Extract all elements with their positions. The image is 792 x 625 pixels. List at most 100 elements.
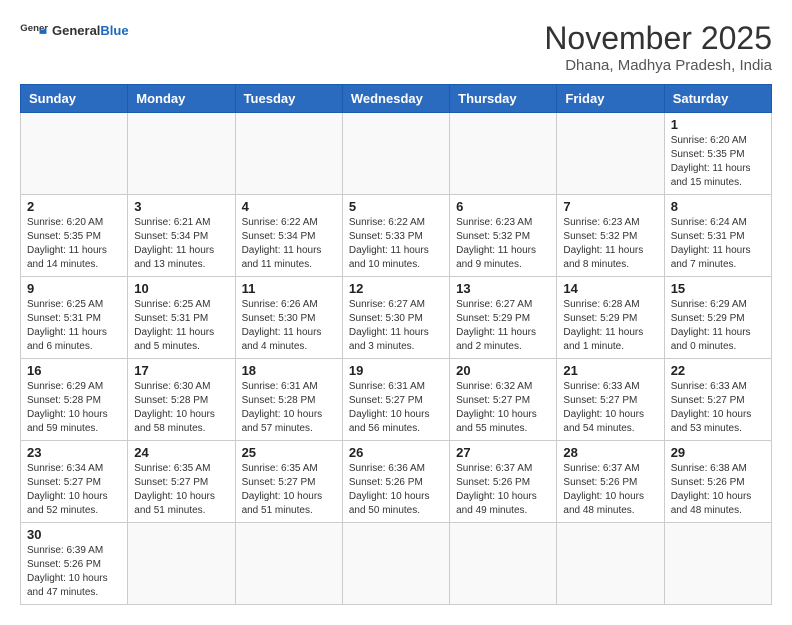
day-info: Sunrise: 6:33 AM Sunset: 5:27 PM Dayligh… — [563, 380, 657, 436]
weekday-header-sunday: Sunday — [21, 85, 128, 113]
day-number: 25 — [242, 445, 336, 460]
day-info: Sunrise: 6:26 AM Sunset: 5:30 PM Dayligh… — [242, 298, 336, 354]
day-info: Sunrise: 6:23 AM Sunset: 5:32 PM Dayligh… — [563, 216, 657, 272]
day-number: 29 — [671, 445, 765, 460]
day-number: 28 — [563, 445, 657, 460]
day-info: Sunrise: 6:29 AM Sunset: 5:28 PM Dayligh… — [27, 380, 121, 436]
day-number: 26 — [349, 445, 443, 460]
calendar-cell: 8 Sunrise: 6:24 AM Sunset: 5:31 PM Daylig… — [664, 195, 771, 277]
calendar-cell — [450, 523, 557, 605]
day-info: Sunrise: 6:35 AM Sunset: 5:27 PM Dayligh… — [242, 462, 336, 518]
calendar-week-2: 9Sunrise: 6:25 AM Sunset: 5:31 PM Daylig… — [21, 277, 772, 359]
day-number: 18 — [242, 363, 336, 378]
day-number: 12 — [349, 281, 443, 296]
calendar-week-1: 2Sunrise: 6:20 AM Sunset: 5:35 PM Daylig… — [21, 195, 772, 277]
calendar-cell: 14 Sunrise: 6:28 AM Sunset: 5:29 PM Dayli… — [557, 277, 664, 359]
calendar-cell: 20 Sunrise: 6:32 AM Sunset: 5:27 PM Dayli… — [450, 359, 557, 441]
calendar-cell — [342, 113, 449, 195]
day-info: Sunrise: 6:36 AM Sunset: 5:26 PM Dayligh… — [349, 462, 443, 518]
calendar-cell: 23Sunrise: 6:34 AM Sunset: 5:27 PM Dayli… — [21, 441, 128, 523]
calendar-cell: 19 Sunrise: 6:31 AM Sunset: 5:27 PM Dayli… — [342, 359, 449, 441]
day-info: Sunrise: 6:22 AM Sunset: 5:33 PM Dayligh… — [349, 216, 443, 272]
day-number: 4 — [242, 199, 336, 214]
day-number: 19 — [349, 363, 443, 378]
calendar-cell — [342, 523, 449, 605]
month-title: November 2025 — [544, 20, 772, 57]
day-number: 16 — [27, 363, 121, 378]
day-info: Sunrise: 6:25 AM Sunset: 5:31 PM Dayligh… — [134, 298, 228, 354]
day-info: Sunrise: 6:37 AM Sunset: 5:26 PM Dayligh… — [456, 462, 550, 518]
day-info: Sunrise: 6:24 AM Sunset: 5:31 PM Dayligh… — [671, 216, 765, 272]
weekday-header-wednesday: Wednesday — [342, 85, 449, 113]
calendar-cell — [128, 523, 235, 605]
calendar-cell: 28Sunrise: 6:37 AM Sunset: 5:26 PM Dayli… — [557, 441, 664, 523]
day-info: Sunrise: 6:20 AM Sunset: 5:35 PM Dayligh… — [671, 134, 765, 190]
title-block: November 2025 Dhana, Madhya Pradesh, Ind… — [544, 20, 772, 74]
day-info: Sunrise: 6:33 AM Sunset: 5:27 PM Dayligh… — [671, 380, 765, 436]
calendar-cell: 16 Sunrise: 6:29 AM Sunset: 5:28 PM Dayli… — [21, 359, 128, 441]
calendar-cell — [450, 113, 557, 195]
day-info: Sunrise: 6:32 AM Sunset: 5:27 PM Dayligh… — [456, 380, 550, 436]
calendar-cell — [21, 113, 128, 195]
day-number: 17 — [134, 363, 228, 378]
day-number: 7 — [563, 199, 657, 214]
day-info: Sunrise: 6:21 AM Sunset: 5:34 PM Dayligh… — [134, 216, 228, 272]
calendar-cell — [557, 523, 664, 605]
day-info: Sunrise: 6:38 AM Sunset: 5:26 PM Dayligh… — [671, 462, 765, 518]
weekday-header-thursday: Thursday — [450, 85, 557, 113]
day-number: 13 — [456, 281, 550, 296]
calendar-week-4: 23Sunrise: 6:34 AM Sunset: 5:27 PM Dayli… — [21, 441, 772, 523]
calendar-cell: 24 Sunrise: 6:35 AM Sunset: 5:27 PM Dayli… — [128, 441, 235, 523]
calendar-cell: 10 Sunrise: 6:25 AM Sunset: 5:31 PM Dayli… — [128, 277, 235, 359]
logo: General GeneralBlue — [20, 20, 129, 42]
day-info: Sunrise: 6:35 AM Sunset: 5:27 PM Dayligh… — [134, 462, 228, 518]
day-info: Sunrise: 6:23 AM Sunset: 5:32 PM Dayligh… — [456, 216, 550, 272]
calendar-cell: 12 Sunrise: 6:27 AM Sunset: 5:30 PM Dayli… — [342, 277, 449, 359]
calendar-cell — [664, 523, 771, 605]
day-info: Sunrise: 6:31 AM Sunset: 5:28 PM Dayligh… — [242, 380, 336, 436]
day-info: Sunrise: 6:20 AM Sunset: 5:35 PM Dayligh… — [27, 216, 121, 272]
location-subtitle: Dhana, Madhya Pradesh, India — [544, 57, 772, 74]
calendar-cell: 26 Sunrise: 6:36 AM Sunset: 5:26 PM Dayli… — [342, 441, 449, 523]
calendar-cell: 5 Sunrise: 6:22 AM Sunset: 5:33 PM Daylig… — [342, 195, 449, 277]
day-number: 30 — [27, 527, 121, 542]
calendar-cell: 2Sunrise: 6:20 AM Sunset: 5:35 PM Daylig… — [21, 195, 128, 277]
weekday-header-friday: Friday — [557, 85, 664, 113]
calendar-cell: 18 Sunrise: 6:31 AM Sunset: 5:28 PM Dayli… — [235, 359, 342, 441]
day-info: Sunrise: 6:28 AM Sunset: 5:29 PM Dayligh… — [563, 298, 657, 354]
logo-blue: Blue — [100, 23, 128, 38]
calendar-cell: 9Sunrise: 6:25 AM Sunset: 5:31 PM Daylig… — [21, 277, 128, 359]
calendar-cell: 4Sunrise: 6:22 AM Sunset: 5:34 PM Daylig… — [235, 195, 342, 277]
day-info: Sunrise: 6:27 AM Sunset: 5:29 PM Dayligh… — [456, 298, 550, 354]
day-info: Sunrise: 6:30 AM Sunset: 5:28 PM Dayligh… — [134, 380, 228, 436]
calendar-week-5: 30Sunrise: 6:39 AM Sunset: 5:26 PM Dayli… — [21, 523, 772, 605]
day-info: Sunrise: 6:31 AM Sunset: 5:27 PM Dayligh… — [349, 380, 443, 436]
day-number: 15 — [671, 281, 765, 296]
calendar-cell: 21 Sunrise: 6:33 AM Sunset: 5:27 PM Dayli… — [557, 359, 664, 441]
weekday-header-saturday: Saturday — [664, 85, 771, 113]
calendar-cell: 30Sunrise: 6:39 AM Sunset: 5:26 PM Dayli… — [21, 523, 128, 605]
calendar-week-0: 1 Sunrise: 6:20 AM Sunset: 5:35 PM Daylig… — [21, 113, 772, 195]
day-info: Sunrise: 6:25 AM Sunset: 5:31 PM Dayligh… — [27, 298, 121, 354]
calendar-cell: 6Sunrise: 6:23 AM Sunset: 5:32 PM Daylig… — [450, 195, 557, 277]
day-number: 5 — [349, 199, 443, 214]
day-number: 24 — [134, 445, 228, 460]
day-info: Sunrise: 6:27 AM Sunset: 5:30 PM Dayligh… — [349, 298, 443, 354]
day-info: Sunrise: 6:34 AM Sunset: 5:27 PM Dayligh… — [27, 462, 121, 518]
day-info: Sunrise: 6:29 AM Sunset: 5:29 PM Dayligh… — [671, 298, 765, 354]
weekday-header-monday: Monday — [128, 85, 235, 113]
day-number: 21 — [563, 363, 657, 378]
calendar-cell: 1 Sunrise: 6:20 AM Sunset: 5:35 PM Daylig… — [664, 113, 771, 195]
day-number: 8 — [671, 199, 765, 214]
header: General GeneralBlue November 2025 Dhana,… — [20, 20, 772, 74]
day-number: 22 — [671, 363, 765, 378]
day-number: 20 — [456, 363, 550, 378]
calendar-cell: 15 Sunrise: 6:29 AM Sunset: 5:29 PM Dayli… — [664, 277, 771, 359]
calendar-week-3: 16 Sunrise: 6:29 AM Sunset: 5:28 PM Dayli… — [21, 359, 772, 441]
day-number: 1 — [671, 117, 765, 132]
calendar-cell: 27Sunrise: 6:37 AM Sunset: 5:26 PM Dayli… — [450, 441, 557, 523]
day-number: 14 — [563, 281, 657, 296]
calendar-cell: 11Sunrise: 6:26 AM Sunset: 5:30 PM Dayli… — [235, 277, 342, 359]
calendar-cell: 17 Sunrise: 6:30 AM Sunset: 5:28 PM Dayli… — [128, 359, 235, 441]
day-number: 10 — [134, 281, 228, 296]
